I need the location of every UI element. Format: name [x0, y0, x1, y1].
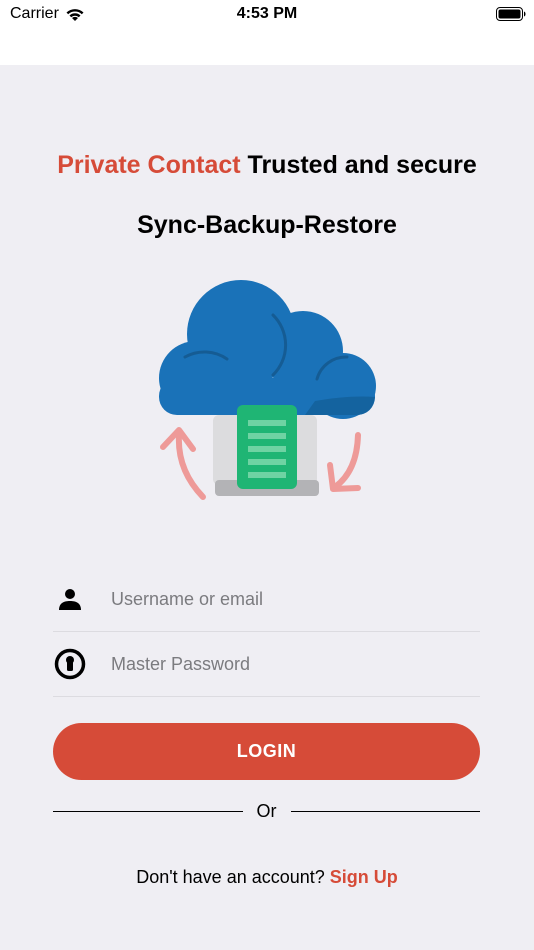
- person-icon: [54, 583, 86, 615]
- login-button[interactable]: LOGIN: [53, 723, 480, 780]
- username-row: [53, 567, 480, 632]
- sign-up-link[interactable]: Sign Up: [330, 867, 398, 887]
- battery-icon: [496, 7, 526, 21]
- or-divider: Or: [53, 799, 480, 823]
- brand-name: Private Contact: [57, 151, 241, 179]
- divider-line-right: [290, 810, 480, 812]
- subtitle: Sync-Backup-Restore: [137, 211, 397, 239]
- signup-prompt-row: Don't have an account? Sign Up: [0, 867, 534, 888]
- status-time: 4:53 PM: [236, 5, 298, 22]
- divider-line-left: [53, 810, 243, 812]
- keyhole-icon: [54, 648, 86, 680]
- cloud-sync-illustration: [159, 280, 376, 500]
- master-password-input[interactable]: [111, 644, 480, 684]
- status-bar: Carrier 4:53 PM: [0, 0, 534, 30]
- login-screen: Private Contact Trusted and secure Sync-…: [0, 65, 534, 950]
- username-input[interactable]: [111, 579, 480, 619]
- navigation-bar: [0, 30, 534, 65]
- signup-prompt: Don't have an account?: [136, 867, 325, 887]
- or-label: Or: [256, 800, 277, 821]
- headline-tagline: Trusted and secure: [247, 151, 477, 179]
- password-row: [53, 632, 480, 697]
- headline: Private Contact Trusted and secure: [0, 151, 534, 180]
